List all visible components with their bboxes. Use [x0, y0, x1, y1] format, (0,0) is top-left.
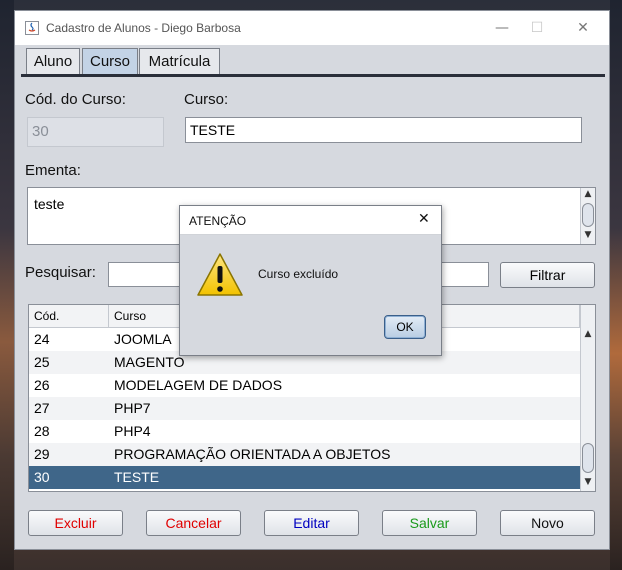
dialog-message: Curso excluído	[258, 267, 339, 281]
maximize-button[interactable]: ☐	[525, 17, 549, 39]
tab-divider	[21, 74, 605, 77]
cell-code: 25	[34, 354, 50, 370]
table-row[interactable]: 29 PROGRAMAÇÃO ORIENTADA A OBJETOS	[29, 443, 580, 466]
tab-matricula[interactable]: Matrícula	[139, 48, 220, 74]
table-row[interactable]: 28 PHP4	[29, 420, 580, 443]
desktop-background-right	[610, 0, 622, 570]
ok-button[interactable]: OK	[384, 315, 426, 339]
table-scrollbar[interactable]: ▲ ▼	[580, 305, 595, 491]
table-row-selected[interactable]: 30 TESTE	[29, 466, 580, 489]
header-codigo[interactable]: Cód.	[29, 305, 109, 327]
dialog-title-bar[interactable]: ATENÇÃO ✕	[180, 206, 441, 235]
table-row[interactable]: 27 PHP7	[29, 397, 580, 420]
pesquisar-label: Pesquisar:	[25, 264, 96, 281]
dialog-title: ATENÇÃO	[189, 214, 247, 228]
excluir-button[interactable]: Excluir	[28, 510, 123, 536]
scroll-up-arrow-icon[interactable]: ▲	[581, 329, 595, 339]
ementa-scrollbar[interactable]: ▲ ▼	[580, 188, 595, 244]
cell-code: 30	[34, 469, 50, 485]
tab-curso[interactable]: Curso	[82, 48, 138, 74]
cell-name: PROGRAMAÇÃO ORIENTADA A OBJETOS	[114, 446, 391, 462]
curso-label: Curso:	[184, 91, 229, 108]
scroll-up-arrow-icon[interactable]: ▲	[581, 189, 595, 199]
close-button[interactable]: ✕	[571, 17, 595, 39]
cell-name: JOOMLA	[114, 331, 172, 347]
salvar-button[interactable]: Salvar	[382, 510, 477, 536]
scroll-thumb[interactable]	[582, 203, 594, 227]
ementa-label: Ementa:	[25, 162, 81, 179]
cell-name: PHP7	[114, 400, 151, 416]
cell-name: MODELAGEM DE DADOS	[114, 377, 283, 393]
cell-code: 26	[34, 377, 50, 393]
cell-code: 24	[34, 331, 50, 347]
ementa-text: teste	[34, 196, 65, 212]
dialog-close-icon[interactable]: ✕	[418, 211, 430, 227]
attention-dialog: ATENÇÃO ✕ Curso excluído OK	[179, 205, 442, 356]
codigo-label: Cód. do Curso:	[25, 91, 126, 108]
novo-button[interactable]: Novo	[500, 510, 595, 536]
java-app-icon	[25, 21, 39, 35]
cell-code: 28	[34, 423, 50, 439]
curso-input[interactable]: TESTE	[185, 117, 582, 143]
scroll-down-arrow-icon[interactable]: ▼	[581, 230, 595, 240]
window-title: Cadastro de Alunos - Diego Barbosa	[46, 21, 241, 35]
cell-code: 29	[34, 446, 50, 462]
editar-button[interactable]: Editar	[264, 510, 359, 536]
cell-name: PHP4	[114, 423, 151, 439]
desktop-background-left	[0, 0, 14, 570]
cancelar-button[interactable]: Cancelar	[146, 510, 241, 536]
scroll-down-arrow-icon[interactable]: ▼	[581, 477, 595, 487]
filtrar-button[interactable]: Filtrar	[500, 262, 595, 288]
minimize-button[interactable]: —	[490, 17, 514, 39]
tab-aluno[interactable]: Aluno	[26, 48, 80, 74]
warning-icon	[197, 253, 243, 296]
cell-code: 27	[34, 400, 50, 416]
scroll-thumb[interactable]	[582, 443, 594, 473]
cell-name: TESTE	[114, 469, 160, 485]
cell-name: MAGENTO	[114, 354, 185, 370]
codigo-field: 30	[27, 117, 164, 147]
table-row[interactable]: 26 MODELAGEM DE DADOS	[29, 374, 580, 397]
title-bar[interactable]: Cadastro de Alunos - Diego Barbosa — ☐ ✕	[15, 11, 609, 45]
